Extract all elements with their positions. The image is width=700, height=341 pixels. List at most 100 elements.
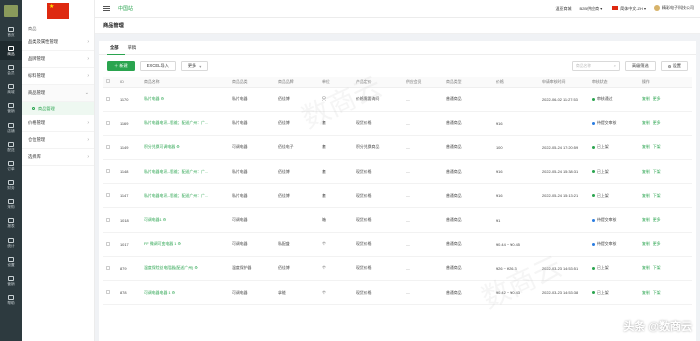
cell-id: 879 <box>117 256 141 282</box>
rail-item[interactable]: 报表 <box>0 214 22 233</box>
table-row[interactable]: 1017 FF 微调可变电器 1 ⚙ 可调电器 私配盛个现货价格 — 普通商品 ¥0.44 … <box>103 232 692 257</box>
copy-link[interactable]: 复制 <box>642 265 650 270</box>
more-link[interactable]: 更多 <box>653 96 661 101</box>
cell-price: ¥26 ~ ¥26.3 <box>493 256 539 282</box>
cell-name[interactable]: 可调电器电器 1 ⚙ <box>141 280 229 306</box>
menu-item[interactable]: 价格管理 › <box>22 115 94 132</box>
supply-link[interactable]: B2B供应商 ▾ <box>580 6 603 12</box>
rail-item[interactable]: 财务 <box>0 176 22 195</box>
cell-name[interactable]: 私片电器电讯--思维；配送广州：广... <box>141 159 229 185</box>
rail-item[interactable]: 商城 <box>0 80 22 99</box>
menu-item[interactable]: 品牌管理 › <box>22 51 94 68</box>
select-all-checkbox[interactable] <box>106 79 110 84</box>
copy-link[interactable]: 复制 <box>642 169 650 174</box>
copy-link[interactable]: 复制 <box>642 290 650 295</box>
delist-link[interactable]: 下架 <box>653 193 661 198</box>
more-link[interactable]: 更多 <box>653 217 661 222</box>
advanced-filter-button[interactable]: 高级筛选 <box>624 61 656 71</box>
row-checkbox[interactable] <box>106 241 110 246</box>
delist-link[interactable]: 下架 <box>653 169 661 174</box>
cell-brand: 拿能 <box>275 280 319 306</box>
excel-import-button[interactable]: EXCEL导入 <box>139 61 176 71</box>
copy-link[interactable]: 复制 <box>642 96 650 101</box>
rail-item[interactable]: 帮助 <box>0 291 22 310</box>
app-logo[interactable] <box>0 0 22 22</box>
menu-toggle-icon[interactable] <box>103 6 110 11</box>
rail-item[interactable]: 统计 <box>0 233 22 252</box>
cell-brand: 私配盛 <box>275 232 319 257</box>
copy-link[interactable]: 复制 <box>642 217 650 222</box>
site-switcher[interactable]: 中国站 <box>118 5 133 12</box>
rail-item[interactable]: 店铺 <box>0 118 22 137</box>
cell-status: 已上架 <box>589 280 639 306</box>
account-menu[interactable]: 精彩电子科技公司 <box>654 5 694 12</box>
cell-category: 可调电器 <box>229 207 275 233</box>
rail-label: 店铺 <box>7 128 15 133</box>
menu-item[interactable]: 品类及属性管理 › <box>22 34 94 51</box>
cell-name[interactable]: 私片电器 ⚙ <box>141 87 229 112</box>
row-checkbox[interactable] <box>106 217 110 222</box>
menu-item[interactable]: 标料管理 › <box>22 68 94 85</box>
menu-item[interactable]: 商品管理 ⌄ <box>22 85 94 102</box>
table-row[interactable]: 879 温度保险丝电阻器(配送广州) ⚙ 温度保护器 佰佳博个现货价格 — 普通商品 ¥26… <box>103 256 692 282</box>
rail-item[interactable]: 配送 <box>0 137 22 156</box>
language-switcher[interactable]: 简体中文-ZH ▾ <box>610 6 646 12</box>
cell-name[interactable]: 私片电器电讯--思维；配送广州：广... <box>141 183 229 209</box>
table-settings-button[interactable]: ⚙ 设置 <box>660 61 688 71</box>
cell-brand: 佰佳博 <box>275 183 319 209</box>
rail-item[interactable]: 订单 <box>0 156 22 175</box>
cell-brand: 佰佳电子 <box>275 135 319 161</box>
cell-status: 待提交审核 <box>589 232 639 257</box>
menu-item[interactable]: 仓位管理 › <box>22 132 94 149</box>
delist-link[interactable]: 下架 <box>653 265 661 270</box>
rail-item[interactable]: 采购 <box>0 195 22 214</box>
menu-item[interactable]: 选择库 › <box>22 149 94 166</box>
row-checkbox[interactable] <box>106 169 110 174</box>
copy-link[interactable]: 复制 <box>642 144 650 149</box>
menu-subitem-products[interactable]: 商品管理 <box>22 102 94 115</box>
table-row[interactable]: 1148 私片电器电讯--思维；配送广州：广... 私片电器 佰佳博套现货价格 — 普通商… <box>103 159 692 185</box>
copy-link[interactable]: 复制 <box>642 120 650 125</box>
mall-link[interactable]: 温亚商城 <box>556 6 572 12</box>
column-header: 产品定价 <box>353 77 403 88</box>
rail-item[interactable]: 会员 <box>0 60 22 79</box>
table-row[interactable]: 878 可调电器电器 1 ⚙ 可调电器 拿能个现货价格 — 普通商品 ¥0.42 ~ ¥0.… <box>103 280 692 306</box>
tab-drafts[interactable]: 草稿 <box>125 41 143 55</box>
tab-all[interactable]: 全部 <box>107 41 125 55</box>
rail-item[interactable]: 营销 <box>0 99 22 118</box>
more-link[interactable]: 更多 <box>653 241 661 246</box>
row-checkbox[interactable] <box>106 144 110 149</box>
row-checkbox[interactable] <box>106 193 110 198</box>
row-checkbox[interactable] <box>106 96 110 101</box>
row-checkbox[interactable] <box>106 120 110 125</box>
copy-link[interactable]: 复制 <box>642 241 650 246</box>
copy-link[interactable]: 复制 <box>642 193 650 198</box>
more-link[interactable]: 更多 <box>653 120 661 125</box>
rail-item[interactable]: 设置 <box>0 252 22 271</box>
more-dropdown[interactable]: 更多 ▾ <box>180 61 209 71</box>
delist-link[interactable]: 下架 <box>653 144 661 149</box>
cell-name[interactable]: FF 微调可变电器 1 ⚙ <box>141 232 229 257</box>
cell-name[interactable]: 温度保险丝电阻器(配送广州) ⚙ <box>141 256 229 282</box>
menu-item-label: 标料管理 <box>28 73 46 78</box>
search-input[interactable]: 商品名称 ⌕ <box>571 61 620 71</box>
rail-item[interactable]: 商品 <box>0 41 22 61</box>
rail-item[interactable]: 首页 <box>0 22 22 41</box>
delist-link[interactable]: 下架 <box>653 290 661 295</box>
cell-name[interactable]: 积分兑换可调电器 ⚙ <box>141 135 229 161</box>
row-checkbox[interactable] <box>106 290 110 295</box>
table-row[interactable]: 1018 可调电器1 ⚙ 可调电器 箱现货价格 — 普通商品 ¥1 待提交审核 复制 更多 <box>103 207 692 233</box>
cell-name[interactable]: 私片电器电讯--思维；配送广州：广... <box>141 111 229 136</box>
row-checkbox-cell <box>103 280 117 306</box>
new-button[interactable]: ＋ 新建 <box>107 61 135 71</box>
status-badge: 已上架 <box>597 144 609 150</box>
column-header: 商品名称 <box>141 77 229 88</box>
table-row[interactable]: 1149 积分兑换可调电器 ⚙ 可调电器 佰佳电子套积分兑换商品 — 普通商品 100 202… <box>103 135 692 161</box>
table-row[interactable]: 1170 私片电器 ⚙ 私片电器 佰佳博只价格需要询问 — 普通商品 2022-06-02 … <box>103 87 692 112</box>
cell-status: 已上架 <box>589 135 639 161</box>
rail-item[interactable]: 营销 <box>0 271 22 290</box>
row-checkbox[interactable] <box>106 265 110 270</box>
cell-name[interactable]: 可调电器1 ⚙ <box>141 207 229 233</box>
table-row[interactable]: 1169 私片电器电讯--思维；配送广州：广... 私片电器 佰佳博套现货价格 — 普通商… <box>103 111 692 136</box>
table-row[interactable]: 1147 私片电器电讯--思维；配送广州：广... 私片电器 佰佳博套现货价格 — 普通商… <box>103 183 692 209</box>
